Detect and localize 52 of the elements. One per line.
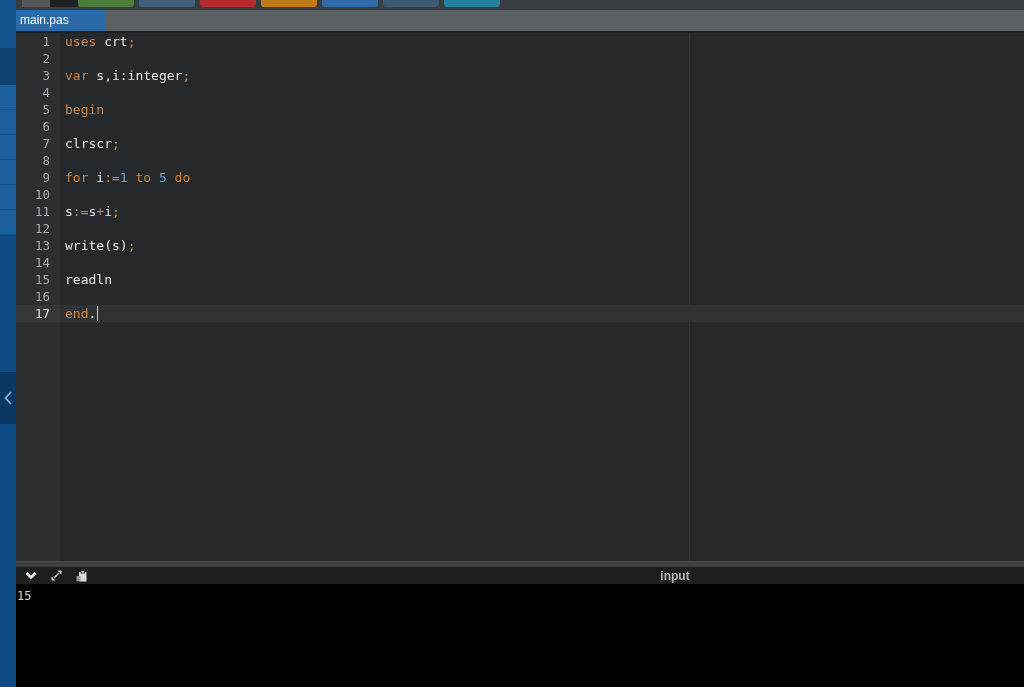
code-line: readln bbox=[65, 271, 112, 288]
output-text: 15 bbox=[17, 589, 32, 603]
toolbar-button[interactable] bbox=[22, 0, 50, 7]
line-number: 7 bbox=[41, 135, 51, 152]
sidebar-item[interactable] bbox=[0, 160, 16, 185]
sidebar-item[interactable] bbox=[0, 110, 16, 135]
code-line: for i:=1 to 5 do bbox=[65, 169, 191, 186]
line-number: 4 bbox=[41, 84, 51, 101]
code-line: clrscr; bbox=[65, 135, 120, 152]
clipboard-icon[interactable] bbox=[76, 569, 87, 582]
collapse-sidebar-button[interactable] bbox=[0, 372, 16, 424]
code-line: s:=s+i; bbox=[65, 203, 120, 220]
code-line: uses crt; bbox=[65, 33, 136, 50]
line-number: 13 bbox=[33, 237, 51, 254]
line-number: 17 bbox=[16, 305, 60, 322]
expand-icon[interactable] bbox=[51, 570, 62, 581]
sidebar-section bbox=[0, 48, 16, 85]
sidebar-item[interactable] bbox=[0, 85, 16, 110]
toolbar-button[interactable] bbox=[139, 0, 195, 7]
code-line: begin bbox=[65, 101, 105, 118]
line-number: 3 bbox=[41, 67, 51, 84]
sidebar-header bbox=[0, 0, 16, 48]
line-number: 2 bbox=[41, 50, 51, 67]
line-number: 9 bbox=[41, 169, 51, 186]
chevron-down-icon[interactable] bbox=[25, 571, 37, 580]
code-line: end. bbox=[65, 305, 97, 322]
toolbar-button[interactable] bbox=[322, 0, 378, 7]
sidebar-item[interactable] bbox=[0, 210, 16, 235]
line-number: 11 bbox=[33, 203, 51, 220]
line-number: 14 bbox=[33, 254, 51, 271]
file-tab[interactable]: main.pas bbox=[16, 10, 105, 31]
line-number: 16 bbox=[33, 288, 51, 305]
line-number: 1 bbox=[41, 33, 51, 50]
line-number: 10 bbox=[33, 186, 51, 203]
chevron-left-icon bbox=[4, 391, 12, 405]
line-number: 15 bbox=[33, 271, 51, 288]
line-number: 6 bbox=[41, 118, 51, 135]
text-cursor bbox=[97, 306, 99, 321]
sidebar-item[interactable] bbox=[0, 135, 16, 160]
toolbar-button[interactable] bbox=[261, 0, 317, 7]
line-number: 8 bbox=[41, 152, 51, 169]
sidebar-item[interactable] bbox=[0, 185, 16, 210]
code-line: var s,i:integer; bbox=[65, 67, 191, 84]
toolbar-button[interactable] bbox=[383, 0, 439, 7]
toolbar-button[interactable] bbox=[200, 0, 256, 7]
toolbar-button[interactable] bbox=[50, 0, 78, 7]
code-line: write(s); bbox=[65, 237, 136, 254]
input-label: input bbox=[660, 568, 690, 583]
toolbar-button[interactable] bbox=[78, 0, 134, 7]
line-number: 5 bbox=[41, 101, 51, 118]
toolbar-button[interactable] bbox=[444, 0, 500, 7]
line-number: 12 bbox=[33, 220, 51, 237]
